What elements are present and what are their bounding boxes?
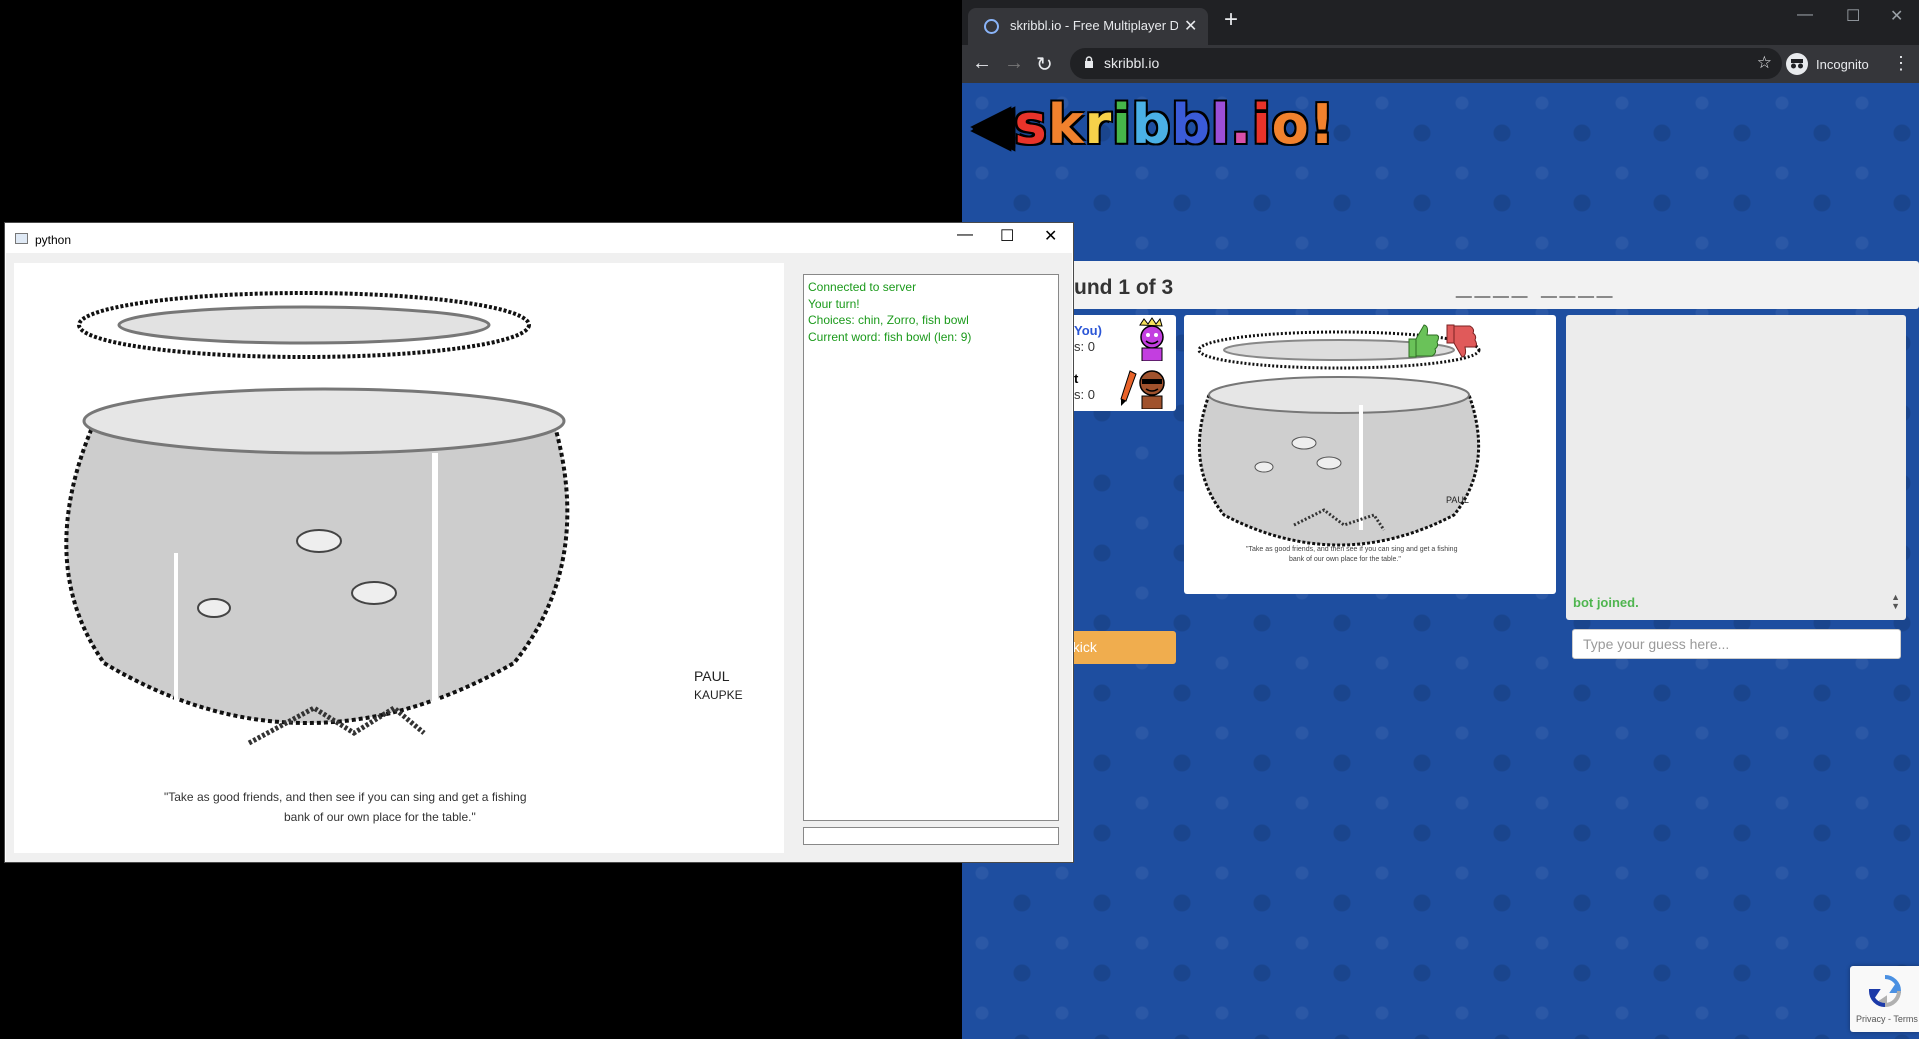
minimize-icon[interactable]: —	[1797, 6, 1813, 24]
player-name: t	[1074, 371, 1079, 386]
close-window-icon[interactable]: ✕	[1044, 226, 1057, 246]
address-bar[interactable]: skribbl.io ☆	[1070, 48, 1782, 79]
player-score: s: 0	[1074, 387, 1095, 402]
recaptcha-badge[interactable]: Privacy - Terms	[1850, 966, 1919, 1032]
menu-icon[interactable]: ⋮	[1892, 53, 1910, 74]
recaptcha-icon	[1868, 975, 1902, 1008]
minimize-icon[interactable]: —	[957, 226, 973, 244]
player-row[interactable]: You) s: 0	[1070, 315, 1176, 363]
tab-strip: skribbl.io - Free Multiplayer Drawing ✕ …	[962, 0, 1919, 45]
skribbl-page: ◀skribbl.io! und 1 of 3 ____ ____ You) s…	[962, 83, 1919, 1039]
python-canvas[interactable]: PAUL KAUPKE "Take as good friends, and t…	[14, 263, 784, 853]
browser-toolbar: ← → ↻ skribbl.io ☆ Incognito ⋮	[962, 45, 1919, 83]
player-avatar-icon	[1139, 317, 1164, 361]
bookmark-star-icon[interactable]: ☆	[1757, 53, 1772, 73]
maximize-icon[interactable]: ☐	[1000, 226, 1014, 246]
incognito-indicator[interactable]: Incognito	[1786, 51, 1869, 77]
votekick-button[interactable]: ekick	[1065, 631, 1176, 664]
window-app-icon	[15, 233, 28, 244]
incognito-label: Incognito	[1816, 56, 1869, 72]
round-counter: und 1 of 3	[1074, 276, 1174, 299]
drawing-caption: "Take as good friends, and then see if y…	[164, 790, 527, 804]
maximize-icon[interactable]: ☐	[1846, 6, 1860, 26]
guess-input[interactable]	[1572, 629, 1901, 659]
thumbs-up-icon[interactable]	[1406, 323, 1440, 359]
python-client-area: PAUL KAUPKE "Take as good friends, and t…	[6, 253, 1072, 862]
tab-title: skribbl.io - Free Multiplayer Drawing	[1010, 18, 1178, 33]
drawing-caption: bank of our own place for the table."	[284, 810, 476, 824]
reload-icon[interactable]: ↻	[1036, 52, 1053, 77]
close-tab-icon[interactable]: ✕	[1184, 16, 1197, 36]
url-text: skribbl.io	[1104, 55, 1160, 71]
chat-scrollbar-arrows[interactable]: ▲ ▼	[1891, 593, 1900, 611]
player-avatar-icon	[1139, 370, 1165, 409]
window-title: python	[35, 233, 72, 247]
round-header: und 1 of 3 ____ ____	[1070, 261, 1919, 309]
player-name: You)	[1074, 323, 1102, 338]
player-row[interactable]: t s: 0	[1070, 363, 1176, 411]
recaptcha-terms[interactable]: Privacy - Terms	[1856, 1014, 1918, 1024]
log-line: Your turn!	[808, 296, 860, 311]
svg-text:PAUL: PAUL	[694, 668, 730, 684]
tab-skribbl[interactable]: skribbl.io - Free Multiplayer Drawing ✕	[968, 8, 1208, 45]
favicon-icon	[984, 19, 999, 34]
fishbowl-drawing: PAUL "Take as good friends, and then see…	[1197, 330, 1481, 563]
new-tab-icon[interactable]: +	[1224, 8, 1238, 32]
back-icon[interactable]: ←	[972, 52, 992, 75]
browser-window: skribbl.io - Free Multiplayer Drawing ✕ …	[962, 0, 1919, 1039]
incognito-icon	[1786, 53, 1808, 75]
fishbowl-drawing: PAUL KAUPKE "Take as good friends, and t…	[64, 291, 743, 824]
chat-message: bot joined.	[1573, 595, 1639, 610]
log-line: Connected to server	[808, 280, 917, 294]
svg-text:PAUL: PAUL	[1446, 495, 1469, 505]
log-line: Choices: chin, Zorro, fish bowl	[808, 313, 969, 327]
skribbl-logo: ◀skribbl.io!	[972, 93, 1336, 156]
chat-panel: bot joined. ▲ ▼	[1566, 315, 1906, 620]
forward-icon[interactable]: →	[1004, 52, 1024, 75]
log-panel: Connected to server Your turn! Choices: …	[803, 274, 1059, 821]
drawing-caption: bank of our own place for the table."	[1289, 556, 1401, 563]
drawing-caption: "Take as good friends, and then see if y…	[1246, 546, 1458, 553]
word-hint: ____ ____	[1456, 269, 1616, 300]
thumbs-down-icon[interactable]	[1444, 323, 1478, 359]
drawing-canvas[interactable]: PAUL "Take as good friends, and then see…	[1184, 315, 1556, 594]
player-list: You) s: 0 t s: 0	[1070, 315, 1176, 411]
log-line: Current word: fish bowl (len: 9)	[808, 329, 972, 344]
player-score: s: 0	[1074, 339, 1095, 354]
lock-icon	[1085, 56, 1093, 68]
svg-text:KAUPKE: KAUPKE	[694, 688, 743, 702]
command-input[interactable]	[803, 827, 1059, 845]
close-window-icon[interactable]: ✕	[1890, 6, 1903, 26]
python-window: python — ☐ ✕ PAUL KAUPKE "Take as good f…	[4, 222, 1074, 863]
